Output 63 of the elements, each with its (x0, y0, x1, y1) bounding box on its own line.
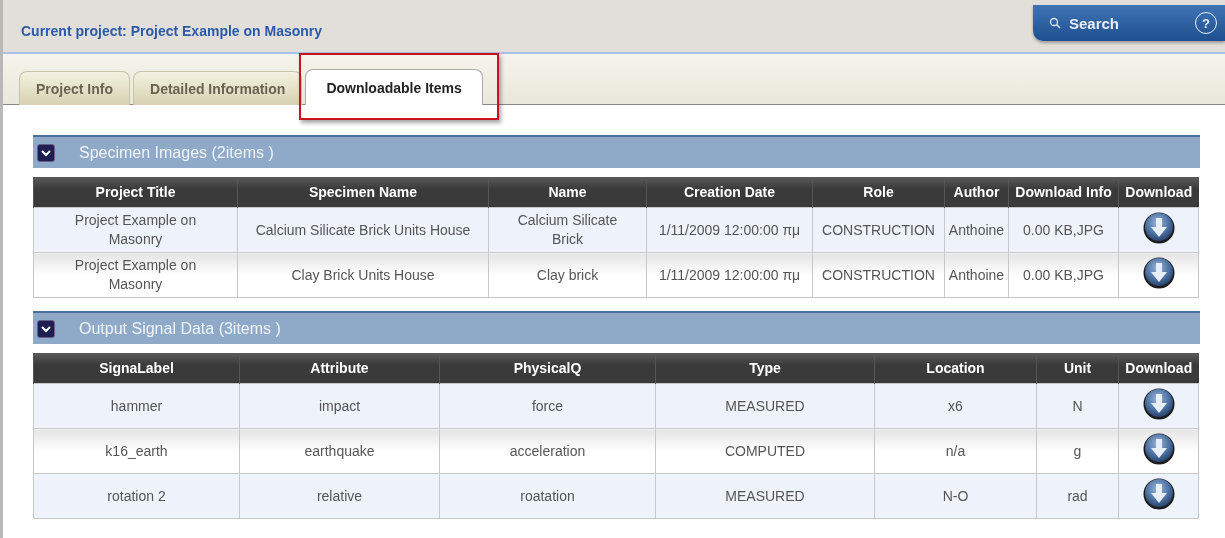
download-button[interactable] (1141, 255, 1176, 290)
table-cell: impact (239, 383, 440, 429)
chevron-down-icon (41, 324, 51, 333)
table-cell: 1/11/2009 12:00:00 πμ (646, 207, 813, 253)
download-button[interactable] (1141, 431, 1176, 466)
table-cell: acceleration (439, 428, 656, 474)
column-header: Name (488, 177, 647, 208)
table-cell: Project Example on Masonry (33, 207, 238, 253)
column-header: Role (812, 177, 945, 208)
table-cell: MEASURED (655, 383, 875, 429)
table-cell: N (1036, 383, 1119, 429)
table-cell: CONSTRUCTION (812, 207, 945, 253)
current-project-label: Current project: Project Example on Masonry (21, 23, 323, 39)
table-cell: x6 (874, 383, 1037, 429)
column-header: Location (874, 353, 1037, 384)
search-button[interactable]: Search (1049, 14, 1120, 32)
column-header: Download (1118, 177, 1199, 208)
table-cell: rad (1036, 473, 1119, 519)
download-button[interactable] (1141, 386, 1176, 421)
table-cell: Anthoine (944, 207, 1009, 253)
table-cell: k16_earth (33, 428, 240, 474)
table-cell: MEASURED (655, 473, 875, 519)
table-cell: g (1036, 428, 1119, 474)
column-header: PhysicalQ (439, 353, 656, 384)
table-cell: roatation (439, 473, 656, 519)
column-header: Download (1118, 353, 1199, 384)
table-cell: n/a (874, 428, 1037, 474)
table-cell: relative (239, 473, 440, 519)
column-header: Type (655, 353, 875, 384)
table-cell: Clay brick (488, 252, 647, 298)
tab[interactable]: Downloadable Items (305, 69, 483, 105)
collapse-toggle[interactable] (37, 319, 55, 338)
chevron-down-icon (41, 148, 51, 157)
column-header: Creation Date (646, 177, 813, 208)
download-button[interactable] (1141, 476, 1176, 511)
table-cell: force (439, 383, 656, 429)
table-cell: 1/11/2009 12:00:00 πμ (646, 252, 813, 298)
table-cell: CONSTRUCTION (812, 252, 945, 298)
table-cell: N-O (874, 473, 1037, 519)
column-header: Project Title (33, 177, 238, 208)
table-cell: hammer (33, 383, 240, 429)
column-header: Specimen Name (237, 177, 489, 208)
table-cell: Anthoine (944, 252, 1009, 298)
tab[interactable]: Project Info (19, 71, 130, 105)
table-cell: Calcium Silicate Brick (488, 207, 647, 253)
table-cell: COMPUTED (655, 428, 875, 474)
download-button[interactable] (1141, 210, 1176, 245)
column-header: Attribute (239, 353, 440, 384)
table-cell: 0.00 KB,JPG (1008, 207, 1119, 253)
section-title: Specimen Images (2items ) (79, 143, 274, 162)
column-header: Unit (1036, 353, 1119, 384)
column-header: Author (944, 177, 1009, 208)
table-cell: Calcium Silicate Brick Units House (237, 207, 489, 253)
collapse-toggle[interactable] (37, 143, 55, 162)
table-cell: Clay Brick Units House (237, 252, 489, 298)
table-cell: 0.00 KB,JPG (1008, 252, 1119, 298)
column-header: Download Info (1008, 177, 1119, 208)
table-cell: Project Example on Masonry (33, 252, 238, 298)
table-cell: earthquake (239, 428, 440, 474)
column-header: SignaLabel (33, 353, 240, 384)
section-title: Output Signal Data (3items ) (79, 319, 281, 338)
search-icon (1049, 17, 1061, 29)
table-cell: rotation 2 (33, 473, 240, 519)
